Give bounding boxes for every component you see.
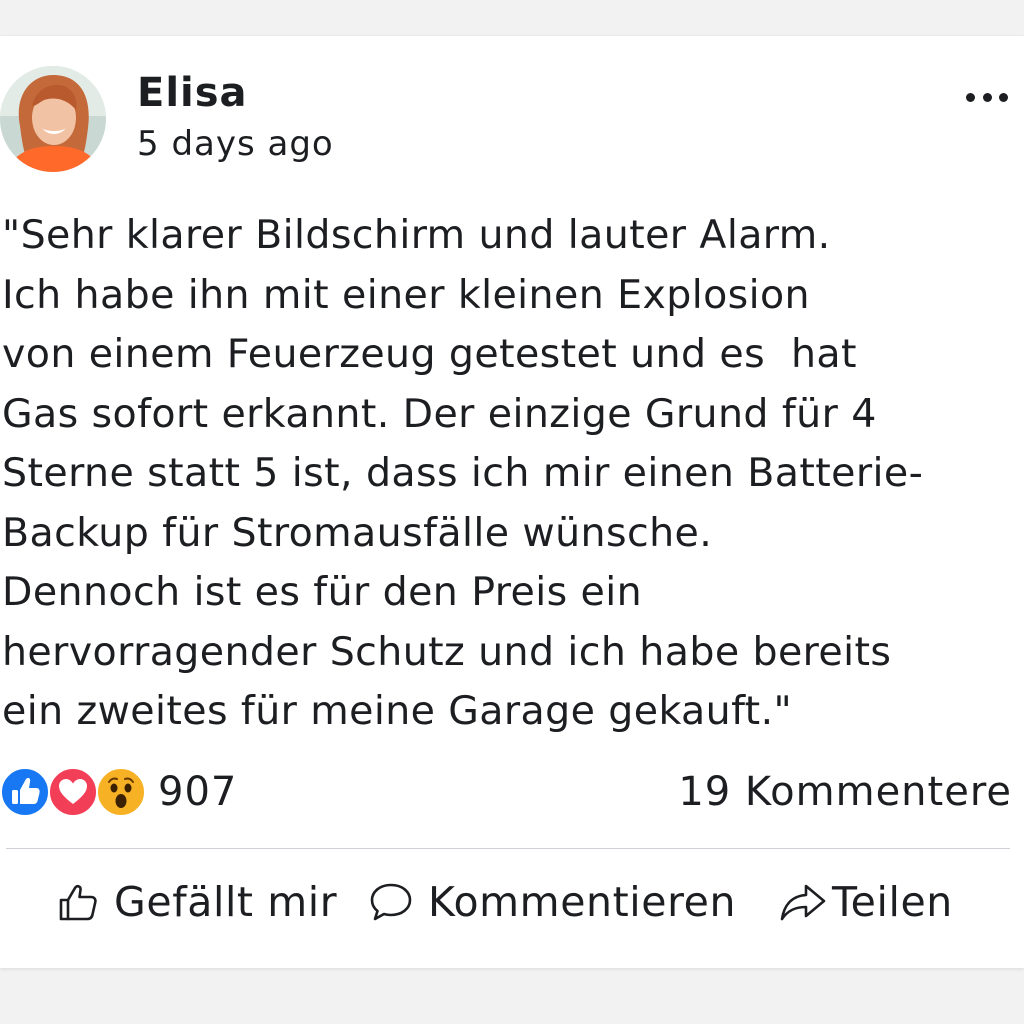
post-text-line: Ich habe ihn mit einer kleinen Explosion: [2, 271, 810, 318]
post-text-line: Sterne statt 5 ist, dass ich mir einen B…: [2, 450, 924, 496]
love-icon: [48, 767, 98, 817]
avatar[interactable]: [0, 66, 106, 172]
post-text-line: Gas sofort erkannt. Der einzige Grund fü…: [2, 390, 877, 437]
like-button[interactable]: Gefällt mir: [56, 866, 337, 938]
more-dot-icon: [982, 92, 992, 102]
share-label: Teilen: [832, 878, 953, 926]
comment-button[interactable]: Kommentieren: [368, 866, 736, 938]
post-text-line: von einem Feuerzeug getestet und es hat: [2, 331, 857, 377]
speech-bubble-icon: [370, 883, 412, 921]
more-dot-icon: [966, 92, 975, 102]
thumbs-up-icon: [59, 884, 97, 921]
post-text-line: Backup für Stromausfälle wünsche.: [2, 509, 713, 556]
comment-label: Kommentieren: [428, 878, 737, 926]
post-text-line: hervorragender Schutz und ich habe berei…: [2, 628, 892, 675]
post-card: Elisa 5 days ago "Sehr klarer Bildschirm…: [0, 36, 1024, 968]
divider: [6, 848, 1010, 849]
post-text-line: ein zweites für meine Garage gekauft.": [2, 688, 793, 734]
share-arrow-icon: [780, 884, 826, 921]
action-bar: Gefällt mir Kommentieren Teilen: [0, 866, 1024, 938]
post-text-line: Dennoch ist es für den Preis ein: [2, 569, 643, 615]
post-text-line: "Sehr klarer Bildschirm und lauter Alarm…: [2, 212, 831, 258]
reaction-count: 907: [158, 769, 238, 815]
post-timestamp[interactable]: 5 days ago: [137, 122, 334, 166]
wow-icon: [96, 767, 146, 817]
like-icon: [0, 767, 50, 817]
author-name[interactable]: Elisa: [137, 68, 248, 118]
avatar-image: [0, 66, 106, 172]
like-label: Gefällt mir: [114, 878, 338, 926]
reactions-summary[interactable]: 907: [0, 766, 237, 818]
share-button[interactable]: Teilen: [778, 866, 953, 938]
more-options-button[interactable]: [962, 80, 1012, 114]
more-dot-icon: [999, 92, 1008, 102]
post-text: "Sehr klarer Bildschirm und lauter Alarm…: [2, 206, 1020, 742]
comment-count-link[interactable]: 19 Kommentere: [678, 766, 1012, 818]
